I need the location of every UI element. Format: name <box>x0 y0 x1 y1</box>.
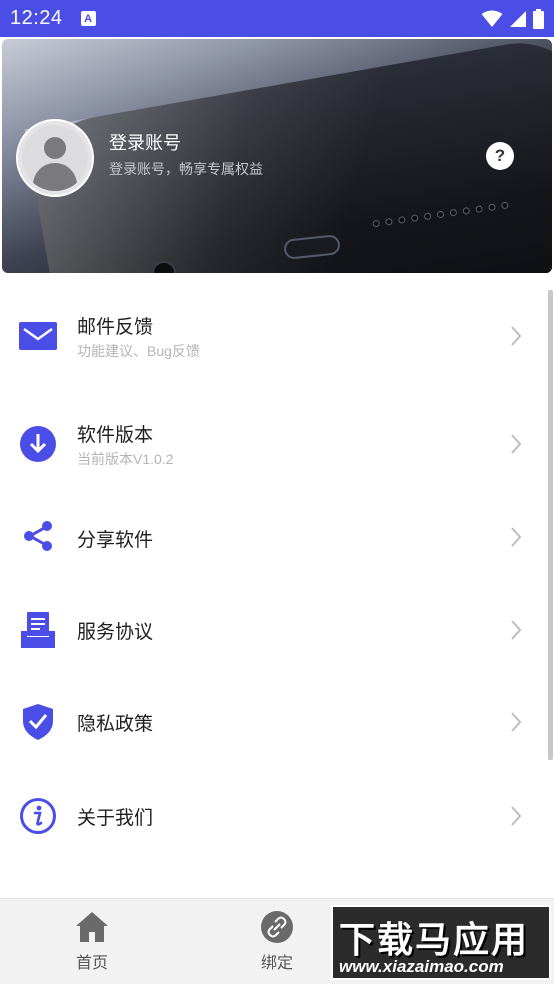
chevron-right-icon <box>511 434 522 454</box>
download-icon <box>18 424 58 464</box>
login-subtitle: 登录账号，畅享专属权益 <box>109 162 263 178</box>
chevron-right-icon <box>511 527 522 547</box>
account-header-card[interactable]: 登录账号 登录账号，畅享专属权益 ? <box>2 39 552 273</box>
menu-item-software-version[interactable]: 软件版本 当前版本V1.0.2 <box>0 404 540 484</box>
chevron-right-icon <box>511 806 522 826</box>
menu-item-title: 隐私政策 <box>77 713 154 735</box>
menu-item-title: 服务协议 <box>77 621 154 643</box>
notification-icon: A <box>80 11 96 26</box>
login-title[interactable]: 登录账号 <box>109 129 181 155</box>
mail-icon <box>18 316 58 356</box>
signal-icon <box>510 10 526 27</box>
home-icon <box>76 912 108 942</box>
link-icon <box>261 911 293 943</box>
menu-item-about-us[interactable]: 关于我们 <box>0 774 540 854</box>
menu-item-subtitle: 功能建议、Bug反馈 <box>77 343 200 359</box>
status-time: 12:24 <box>10 7 63 29</box>
avatar[interactable] <box>16 119 94 197</box>
menu-item-email-feedback[interactable]: 邮件反馈 功能建议、Bug反馈 <box>0 296 540 376</box>
status-bar: 12:24 A <box>0 0 554 37</box>
nav-label-home: 首页 <box>75 953 108 972</box>
shield-check-icon <box>18 702 58 742</box>
default-user-icon <box>22 125 88 191</box>
chevron-right-icon <box>511 326 522 346</box>
chevron-right-icon <box>511 712 522 732</box>
share-icon <box>18 516 58 556</box>
chevron-right-icon <box>511 620 522 640</box>
menu-item-title: 邮件反馈 <box>77 316 154 338</box>
watermark-title: 下载马应用 <box>339 920 530 961</box>
status-icons <box>481 8 544 29</box>
nav-tab-bind[interactable]: 绑定 <box>232 911 322 981</box>
battery-icon <box>533 8 544 29</box>
menu-item-title: 关于我们 <box>77 807 154 829</box>
nav-label-bind: 绑定 <box>260 953 293 972</box>
header-background-image <box>24 39 552 273</box>
info-icon <box>18 796 58 836</box>
menu-item-title: 软件版本 <box>77 424 154 446</box>
watermark-logo: 下载马应用 www.xiazaimao.com <box>331 905 551 980</box>
menu-item-share-app[interactable]: 分享软件 <box>0 496 540 576</box>
wifi-icon <box>481 10 503 27</box>
menu-item-privacy-policy[interactable]: 隐私政策 <box>0 680 540 760</box>
help-button[interactable]: ? <box>486 142 514 170</box>
agreement-icon <box>18 610 58 650</box>
menu-item-subtitle: 当前版本V1.0.2 <box>77 451 174 467</box>
menu-item-service-agreement[interactable]: 服务协议 <box>0 588 540 668</box>
scrollbar[interactable] <box>548 290 553 760</box>
watermark-url: www.xiazaimao.com <box>339 957 504 976</box>
nav-tab-home[interactable]: 首页 <box>47 911 137 981</box>
menu-item-title: 分享软件 <box>77 529 154 551</box>
